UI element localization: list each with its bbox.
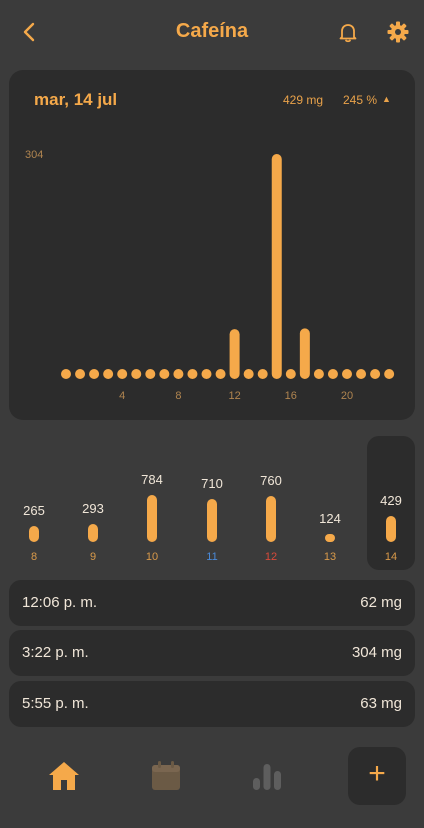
home-icon[interactable] [46, 758, 82, 794]
day-total: 124 [319, 511, 341, 526]
x-tick-label: 16 [285, 390, 297, 402]
gear-icon[interactable] [386, 20, 410, 44]
hour-bar [356, 369, 367, 379]
hour-bar [145, 369, 156, 379]
day-column[interactable]: 265 8 [10, 436, 58, 570]
hour-bar [159, 369, 170, 379]
day-label: 14 [384, 551, 398, 563]
weekly-day-selector: 265 8 293 9 784 10 710 11 760 12 124 13 429 14 [0, 436, 424, 570]
hour-bar [201, 369, 212, 379]
day-column[interactable]: 760 12 [247, 436, 295, 570]
entry-time: 3:22 p. m. [22, 644, 89, 661]
hour-bar [75, 369, 86, 379]
day-bar [29, 526, 39, 542]
day-label: 10 [145, 551, 159, 563]
entry-amount: 62 mg [360, 594, 402, 611]
plus-icon: + [368, 757, 386, 790]
entry-amount: 63 mg [360, 695, 402, 712]
hour-bar [342, 369, 352, 379]
day-column[interactable]: 784 10 [128, 436, 176, 570]
day-bar [207, 499, 217, 542]
day-label: 12 [264, 551, 278, 563]
hour-bar [313, 369, 324, 379]
intake-entry[interactable]: 12:06 p. m. 62 mg [9, 580, 415, 626]
x-tick-label: 4 [119, 390, 125, 402]
y-max-label: 304 [25, 149, 43, 161]
day-total: 710 [201, 476, 223, 491]
day-bar [266, 496, 276, 542]
day-column[interactable]: 124 13 [306, 436, 354, 570]
hour-bar [229, 329, 240, 379]
hour-bar [243, 369, 254, 379]
day-label: 8 [30, 551, 38, 563]
day-bar [386, 516, 396, 542]
app-header: Cafeína [0, 0, 424, 64]
hour-bar [117, 369, 128, 379]
day-total: 760 [260, 473, 282, 488]
hour-bar [89, 369, 100, 379]
page-title: Cafeína [175, 20, 249, 42]
day-label: 13 [323, 551, 337, 563]
daily-chart-card: mar, 14 jul 429 mg 245 % ▲ 304 4 8 12 16 20 [9, 70, 415, 420]
hour-bar [173, 369, 184, 379]
day-total: 429 [380, 493, 402, 508]
calendar-icon[interactable] [148, 758, 184, 794]
bell-icon[interactable] [336, 20, 360, 44]
day-label: 11 [206, 551, 218, 563]
day-label: 9 [89, 551, 97, 563]
day-column[interactable]: 710 11 [188, 436, 236, 570]
x-tick-label: 20 [341, 390, 353, 402]
hourly-bar-chart: 304 4 8 12 16 20 [25, 149, 395, 402]
hour-bar [61, 369, 71, 379]
hour-bar [271, 154, 282, 379]
day-column[interactable]: 429 14 [367, 436, 415, 570]
hour-bar [103, 369, 114, 379]
x-tick-label: 12 [228, 390, 240, 402]
entry-time: 12:06 p. m. [22, 594, 98, 611]
hour-bar [299, 328, 310, 379]
day-total: 265 [23, 503, 45, 518]
day-column[interactable]: 293 9 [69, 436, 117, 570]
entry-amount: 304 mg [351, 644, 402, 661]
bar-chart-icon[interactable] [249, 758, 285, 794]
hour-bar [215, 369, 226, 379]
day-total: 784 [141, 472, 163, 487]
hour-bar [187, 369, 198, 379]
hour-bar [384, 369, 395, 379]
hour-bar [327, 369, 338, 379]
hour-bar [257, 369, 268, 379]
intake-entry[interactable]: 3:22 p. m. 304 mg [9, 630, 415, 676]
hour-bar [285, 369, 296, 379]
day-bar [88, 524, 98, 542]
hour-bar [131, 369, 142, 379]
day-total: 293 [82, 501, 104, 516]
day-bar [147, 495, 157, 542]
entry-time: 5:55 p. m. [22, 695, 89, 712]
hour-bar [370, 369, 381, 379]
day-bar [325, 534, 335, 542]
intake-entry[interactable]: 5:55 p. m. 63 mg [9, 681, 415, 727]
x-tick-label: 8 [175, 390, 181, 402]
add-intake-button[interactable]: + [348, 747, 406, 805]
